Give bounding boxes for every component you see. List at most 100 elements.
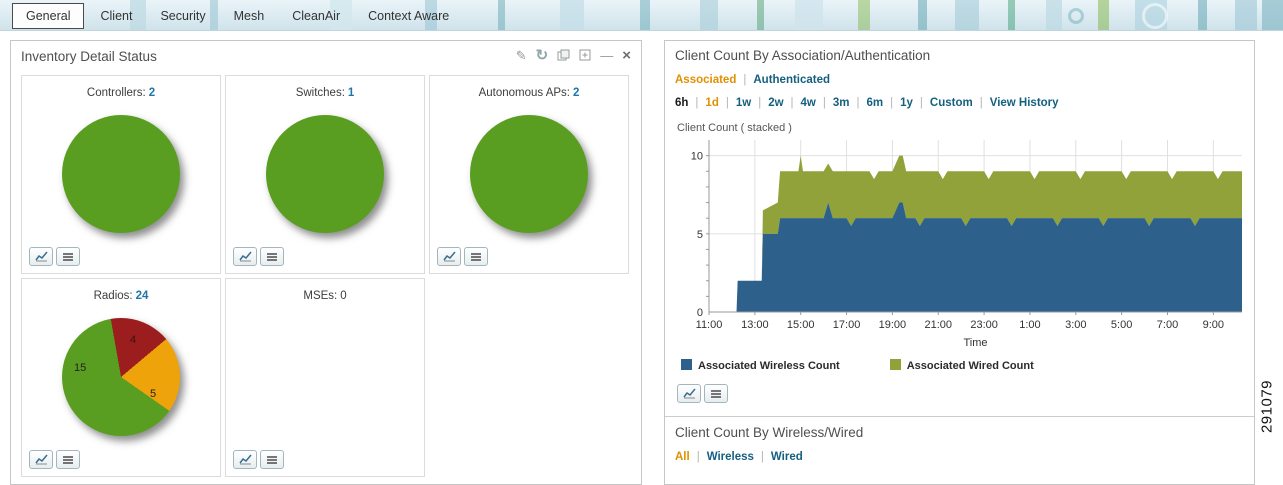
tab-context-aware[interactable]: Context Aware — [356, 3, 461, 29]
wired-link[interactable]: Wired — [771, 451, 803, 463]
expand-icon[interactable] — [579, 49, 591, 63]
svg-text:13:00: 13:00 — [741, 319, 769, 331]
pie-slice-label: 5 — [150, 388, 157, 400]
tile-value: 2 — [148, 87, 156, 99]
table-view-button[interactable] — [56, 450, 80, 469]
wireless-wired-widget: Client Count By Wireless/Wired AllWirele… — [665, 416, 1254, 463]
chart-view-button[interactable] — [29, 450, 53, 469]
range-2w-link[interactable]: 2w — [768, 97, 800, 109]
banner-decoration-bar — [1262, 0, 1283, 30]
tile-switches: Switches: 1 — [225, 75, 425, 274]
chart-view-button[interactable] — [233, 247, 257, 266]
svg-text:11:00: 11:00 — [696, 319, 723, 331]
banner-decoration-bar — [955, 0, 979, 30]
legend-swatch-wired — [889, 359, 901, 370]
tile-value: 1 — [347, 87, 355, 99]
tile-label: Autonomous APs: — [478, 87, 570, 99]
range-6m-link[interactable]: 6m — [867, 97, 901, 109]
tile-autonomous-aps: Autonomous APs: 2 — [429, 75, 629, 274]
wireless-wired-links: AllWirelessWired — [675, 451, 1244, 463]
banner-decoration-bar — [1046, 0, 1062, 30]
tile-value: 24 — [135, 290, 149, 302]
tab-client[interactable]: Client — [88, 3, 144, 29]
inventory-detail-status-panel: Inventory Detail Status ✎ ↻ — × Controll… — [10, 40, 642, 485]
banner-decoration-ring — [1068, 8, 1084, 24]
mode-links: AssociatedAuthenticated — [675, 74, 1244, 86]
tab-bar: General Client Security Mesh CleanAir Co… — [12, 2, 461, 30]
range-1w-link[interactable]: 1w — [736, 97, 768, 109]
banner-decoration-bar — [1008, 0, 1015, 30]
minimize-icon[interactable]: — — [600, 49, 613, 62]
autonomous-aps-pie-chart — [470, 115, 588, 233]
view-history-link[interactable]: View History — [990, 97, 1059, 109]
associated-link[interactable]: Associated — [675, 74, 753, 86]
tile-mses: MSEs: 0 — [225, 278, 425, 477]
tile-value: 2 — [573, 87, 580, 99]
chart-title: Client Count ( stacked ) — [677, 122, 792, 134]
time-range-links: 6h1d1w2w4w3m6m1yCustomView History — [675, 97, 1244, 109]
banner-decoration-ring — [1142, 3, 1168, 29]
tile-label: Radios: — [93, 290, 133, 302]
authenticated-link[interactable]: Authenticated — [753, 74, 830, 86]
svg-text:15:00: 15:00 — [787, 319, 815, 331]
legend-swatch-wireless — [681, 359, 692, 370]
banner-decoration-bar — [1235, 0, 1257, 30]
range-1y-link[interactable]: 1y — [900, 97, 930, 109]
all-link[interactable]: All — [675, 451, 707, 463]
range-custom-link[interactable]: Custom — [930, 97, 990, 109]
svg-text:23:00: 23:00 — [970, 319, 998, 331]
tab-general[interactable]: General — [12, 3, 85, 29]
chart-view-button[interactable] — [233, 450, 257, 469]
banner-decoration-bar — [560, 0, 584, 30]
range-3m-link[interactable]: 3m — [833, 97, 867, 109]
table-view-button[interactable] — [704, 384, 728, 403]
range-6h-link[interactable]: 6h — [675, 97, 705, 109]
pie-slice-label: 15 — [74, 362, 87, 374]
legend-item-wired: Associated Wired Count — [889, 359, 1034, 372]
table-view-button[interactable] — [260, 450, 284, 469]
tab-security[interactable]: Security — [148, 3, 217, 29]
tile-value: 0 — [340, 290, 347, 302]
tile-controllers: Controllers: 2 — [21, 75, 221, 274]
panel-header: Inventory Detail Status ✎ ↻ — × — [11, 41, 641, 69]
legend-item-wireless: Associated Wireless Count — [681, 359, 840, 372]
svg-text:9:00: 9:00 — [1203, 319, 1224, 331]
svg-text:3:00: 3:00 — [1065, 319, 1086, 331]
tab-cleanair[interactable]: CleanAir — [280, 3, 352, 29]
legend-label: Associated Wireless Count — [698, 360, 840, 372]
refresh-icon[interactable]: ↻ — [536, 48, 549, 63]
edit-icon[interactable]: ✎ — [516, 49, 527, 62]
assoc-area-chart: 0 5 10 11:00 13:00 15:00 17:00 19:00 21:00 23:00 1… — [691, 140, 1242, 349]
chart-legend: Associated Wireless Count Associated Wir… — [681, 359, 1244, 372]
svg-text:0: 0 — [697, 307, 703, 319]
banner-decoration-bar — [1198, 0, 1207, 30]
svg-text:21:00: 21:00 — [924, 319, 952, 331]
chart-view-button[interactable] — [29, 247, 53, 266]
range-1d-link[interactable]: 1d — [705, 97, 735, 109]
chart-view-button[interactable] — [437, 247, 461, 266]
tile-label: MSEs: — [303, 290, 338, 302]
radios-pie-chart — [62, 318, 180, 436]
panel-toolbar: ✎ ↻ — × — [516, 48, 631, 63]
svg-text:17:00: 17:00 — [833, 319, 861, 331]
client-count-panel: Client Count By Association/Authenticati… — [664, 40, 1255, 485]
wireless-link[interactable]: Wireless — [707, 451, 771, 463]
figure-number: 291079 — [1258, 379, 1276, 434]
banner-decoration-bar — [757, 0, 764, 30]
table-view-button[interactable] — [260, 247, 284, 266]
pie-slice-label: 4 — [130, 334, 137, 346]
assoc-auth-widget: Client Count By Association/Authenticati… — [665, 41, 1254, 403]
close-icon[interactable]: × — [622, 48, 631, 63]
banner-decoration-bar — [918, 0, 927, 30]
banner-decoration-bar — [498, 0, 505, 30]
banner-decoration-bar — [640, 0, 650, 30]
range-4w-link[interactable]: 4w — [801, 97, 833, 109]
switches-pie-chart — [266, 115, 384, 233]
copy-icon[interactable] — [557, 49, 570, 63]
inventory-tiles-grid: Controllers: 2 Switches: 1 Autonomous APs:… — [21, 75, 641, 477]
tab-mesh[interactable]: Mesh — [222, 3, 277, 29]
table-view-button[interactable] — [56, 247, 80, 266]
chart-view-button[interactable] — [677, 384, 701, 403]
banner-decoration-bar — [700, 0, 718, 30]
table-view-button[interactable] — [464, 247, 488, 266]
